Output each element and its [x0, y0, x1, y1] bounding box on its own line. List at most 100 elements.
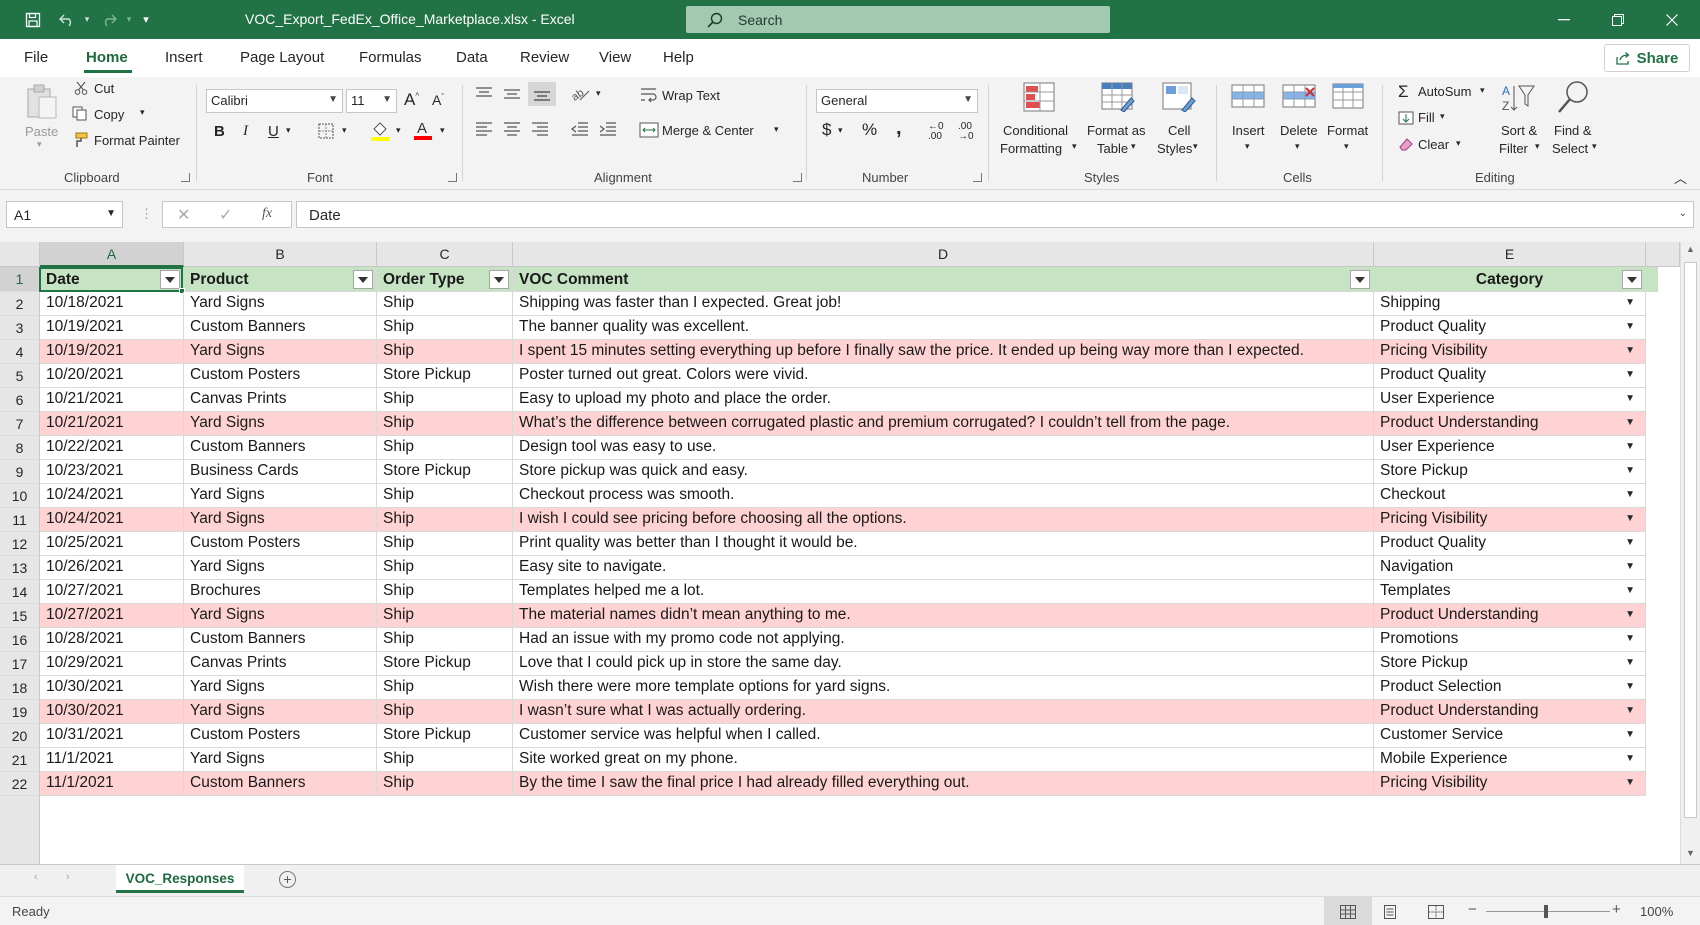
cell-voc-comment[interactable]: Wish there were more template options fo…	[513, 676, 1374, 700]
cell-category[interactable]: Pricing Visibility ▼	[1374, 340, 1646, 364]
row-header[interactable]: 13	[0, 556, 40, 580]
find-select-icon[interactable]	[1555, 80, 1591, 116]
cell-order-type[interactable]: Ship	[377, 316, 513, 340]
cell-voc-comment[interactable]: Poster turned out great. Colors were viv…	[513, 364, 1374, 388]
cell-order-type[interactable]: Store Pickup	[377, 460, 513, 484]
cell-voc-comment[interactable]: I wasn’t sure what I was actually orderi…	[513, 700, 1374, 724]
align-top-icon[interactable]	[474, 85, 494, 103]
conditional-formatting-dropdown-icon[interactable]: ▾	[1072, 141, 1077, 152]
cut-icon[interactable]	[74, 81, 88, 95]
category-dropdown-icon[interactable]: ▼	[1625, 585, 1635, 596]
cell-product[interactable]: Business Cards	[184, 460, 377, 484]
cell-date[interactable]: 10/25/2021	[40, 532, 184, 556]
cell-date[interactable]: 10/27/2021	[40, 604, 184, 628]
category-dropdown-icon[interactable]: ▼	[1625, 729, 1635, 740]
row-header[interactable]: 7	[0, 412, 40, 436]
zoom-slider[interactable]	[1486, 905, 1610, 918]
cell-product[interactable]: Yard Signs	[184, 604, 377, 628]
row-header[interactable]: 21	[0, 748, 40, 772]
delete-cells-icon[interactable]	[1281, 81, 1317, 111]
cell-category[interactable]: Product Quality ▼	[1374, 364, 1646, 388]
tab-formulas[interactable]: Formulas	[359, 49, 422, 66]
row-header[interactable]: 22	[0, 772, 40, 796]
row-header[interactable]: 10	[0, 484, 40, 508]
cell-order-type[interactable]: Ship	[377, 436, 513, 460]
page-break-view-icon[interactable]	[1428, 905, 1444, 922]
cell-category[interactable]: Product Understanding ▼	[1374, 700, 1646, 724]
merge-dropdown-icon[interactable]: ▾	[774, 124, 779, 135]
tab-page-layout[interactable]: Page Layout	[240, 49, 324, 66]
font-color-icon[interactable]: A	[413, 119, 433, 141]
sheet-tab-voc-responses[interactable]: VOC_Responses	[116, 865, 244, 893]
wrap-text-label[interactable]: Wrap Text	[662, 88, 720, 103]
cell-product[interactable]: Custom Banners	[184, 772, 377, 796]
fill-color-icon[interactable]	[370, 120, 390, 142]
cell-order-type[interactable]: Store Pickup	[377, 724, 513, 748]
cell-date[interactable]: 10/21/2021	[40, 388, 184, 412]
cell-category[interactable]: Product Understanding ▼	[1374, 604, 1646, 628]
row-header[interactable]: 2	[0, 292, 40, 316]
cell-category[interactable]: Customer Service ▼	[1374, 724, 1646, 748]
paste-label[interactable]: Paste	[25, 124, 58, 139]
format-cells-icon[interactable]	[1330, 79, 1366, 111]
find-select-dropdown-icon[interactable]: ▾	[1592, 141, 1597, 152]
font-launcher-icon[interactable]	[448, 173, 457, 182]
category-dropdown-icon[interactable]: ▼	[1625, 297, 1635, 308]
normal-view-icon[interactable]	[1324, 897, 1372, 925]
cell-voc-comment[interactable]: The banner quality was excellent.	[513, 316, 1374, 340]
prev-sheet-icon[interactable]: ‹	[34, 871, 38, 883]
column-header-b[interactable]: B	[184, 242, 377, 267]
sort-filter-icon[interactable]: AZ	[1500, 82, 1536, 116]
cell-voc-comment[interactable]: Love that I could pick up in store the s…	[513, 652, 1374, 676]
format-as-table-label-2[interactable]: Table	[1097, 141, 1128, 156]
tab-view[interactable]: View	[599, 49, 631, 66]
header-cell-order-type[interactable]: Order Type	[377, 267, 513, 292]
cell-order-type[interactable]: Store Pickup	[377, 364, 513, 388]
row-header[interactable]: 9	[0, 460, 40, 484]
cell-product[interactable]: Yard Signs	[184, 700, 377, 724]
tab-home[interactable]: Home	[86, 49, 128, 66]
filter-dropdown-icon[interactable]	[353, 270, 373, 289]
format-as-table-label-1[interactable]: Format as	[1087, 123, 1146, 138]
conditional-formatting-label-1[interactable]: Conditional	[1003, 123, 1068, 138]
delete-dropdown-icon[interactable]: ▾	[1295, 141, 1300, 152]
borders-dropdown-icon[interactable]: ▾	[342, 125, 347, 136]
row-header[interactable]: 18	[0, 676, 40, 700]
italic-icon[interactable]: I	[243, 123, 248, 140]
cell-date[interactable]: 10/21/2021	[40, 412, 184, 436]
cell-product[interactable]: Yard Signs	[184, 484, 377, 508]
cell-product[interactable]: Yard Signs	[184, 292, 377, 316]
underline-dropdown-icon[interactable]: ▾	[286, 125, 291, 136]
font-size-select[interactable]: 11 ▼	[346, 89, 397, 113]
paste-dropdown-icon[interactable]: ▾	[37, 139, 42, 150]
tab-review[interactable]: Review	[520, 49, 569, 66]
category-dropdown-icon[interactable]: ▼	[1625, 321, 1635, 332]
cell-voc-comment[interactable]: Site worked great on my phone.	[513, 748, 1374, 772]
cell-order-type[interactable]: Ship	[377, 676, 513, 700]
align-bottom-icon[interactable]	[528, 82, 556, 106]
zoom-in-icon[interactable]: +	[1612, 901, 1621, 918]
cell-category[interactable]: Mobile Experience ▼	[1374, 748, 1646, 772]
cell-date[interactable]: 10/19/2021	[40, 340, 184, 364]
cell-voc-comment[interactable]: I wish I could see pricing before choosi…	[513, 508, 1374, 532]
autosum-dropdown-icon[interactable]: ▾	[1480, 85, 1485, 96]
customize-toolbar-icon[interactable]: ▾	[136, 0, 156, 39]
find-select-label-2[interactable]: Select	[1552, 141, 1588, 156]
clipboard-launcher-icon[interactable]	[181, 173, 190, 182]
column-header-a[interactable]: A	[40, 242, 184, 267]
cell-order-type[interactable]: Ship	[377, 580, 513, 604]
tab-insert[interactable]: Insert	[165, 49, 203, 66]
format-dropdown-icon[interactable]: ▾	[1344, 141, 1349, 152]
row-header[interactable]: 19	[0, 700, 40, 724]
add-sheet-icon[interactable]: +	[279, 871, 296, 888]
row-header[interactable]: 6	[0, 388, 40, 412]
category-dropdown-icon[interactable]: ▼	[1625, 657, 1635, 668]
fill-icon[interactable]	[1397, 110, 1415, 126]
cell-category[interactable]: User Experience ▼	[1374, 436, 1646, 460]
cell-voc-comment[interactable]: The material names didn’t mean anything …	[513, 604, 1374, 628]
minimize-icon[interactable]	[1540, 0, 1588, 39]
header-cell-voc-comment[interactable]: VOC Comment	[513, 267, 1374, 292]
category-dropdown-icon[interactable]: ▼	[1625, 441, 1635, 452]
restore-icon[interactable]	[1594, 0, 1642, 39]
cell-order-type[interactable]: Ship	[377, 388, 513, 412]
